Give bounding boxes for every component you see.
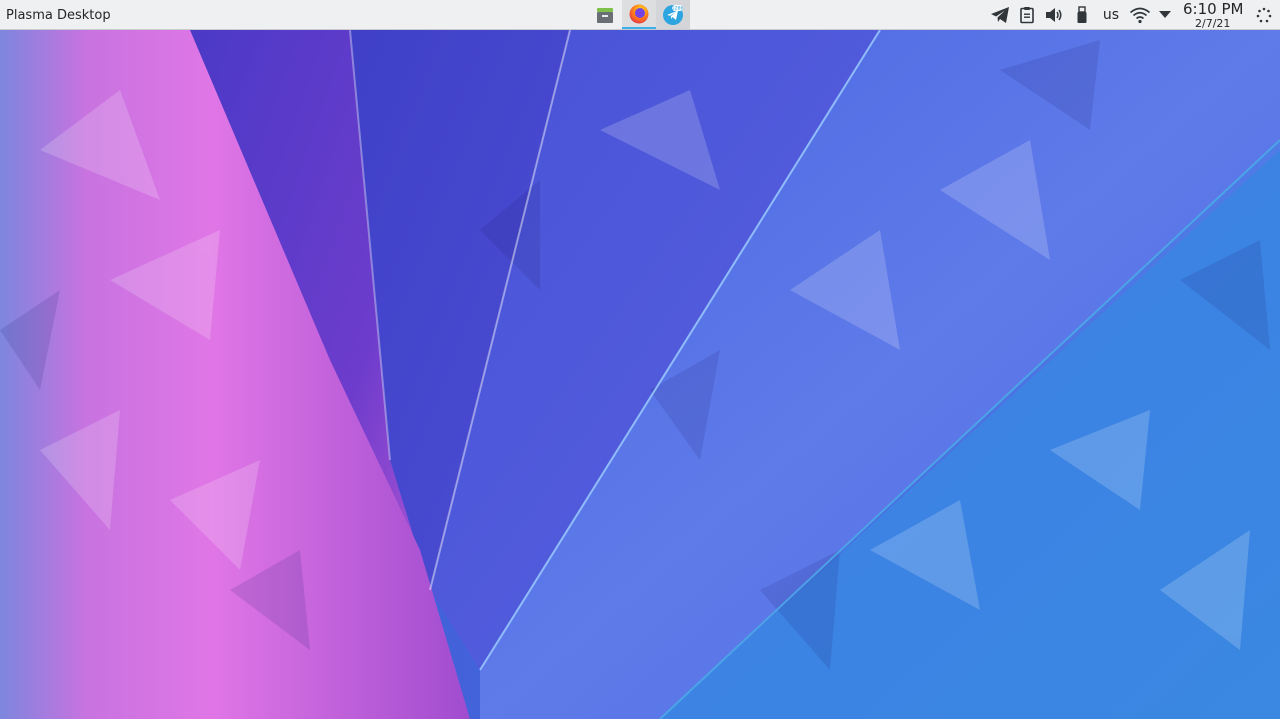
keyboard-layout-indicator[interactable]: us: [1101, 5, 1121, 25]
firefox-task[interactable]: [622, 0, 656, 29]
file-manager-task[interactable]: [588, 0, 622, 29]
wifi-icon: [1129, 7, 1151, 24]
wallpaper-art: [0, 29, 1280, 720]
panel-title[interactable]: Plasma Desktop: [6, 8, 111, 23]
usb-drive-icon: [1077, 6, 1087, 23]
clipboard-icon: [1020, 7, 1034, 24]
clock-date[interactable]: 2/7/21: [1195, 17, 1230, 30]
desktop-settings-icon: [1256, 7, 1272, 23]
firefox-icon: [629, 4, 649, 23]
tray-clipboard[interactable]: [1017, 5, 1037, 25]
archive-box-icon: [597, 7, 613, 23]
tray-expand[interactable]: [1157, 5, 1173, 25]
volume-icon: [1046, 8, 1062, 22]
task-manager: 1286: [588, 0, 690, 30]
tray-volume[interactable]: [1044, 5, 1064, 25]
telegram-badge: 1286: [672, 5, 684, 11]
top-panel: Plasma Desktop 1286 us 6:10 PM 2/7/21: [0, 0, 1280, 30]
clock-time[interactable]: 6:10 PM: [1183, 0, 1243, 18]
telegram-icon: [991, 7, 1009, 23]
tray-telegram[interactable]: [989, 5, 1011, 25]
desktop-settings-button[interactable]: [1254, 5, 1274, 25]
tray-wifi[interactable]: [1128, 5, 1152, 25]
tray-usb-drive[interactable]: [1073, 5, 1091, 25]
telegram-task[interactable]: 1286: [656, 0, 690, 29]
desktop-wallpaper[interactable]: [0, 29, 1280, 720]
telegram-icon: 1286: [663, 4, 684, 25]
expand-arrow-icon: [1159, 11, 1171, 18]
